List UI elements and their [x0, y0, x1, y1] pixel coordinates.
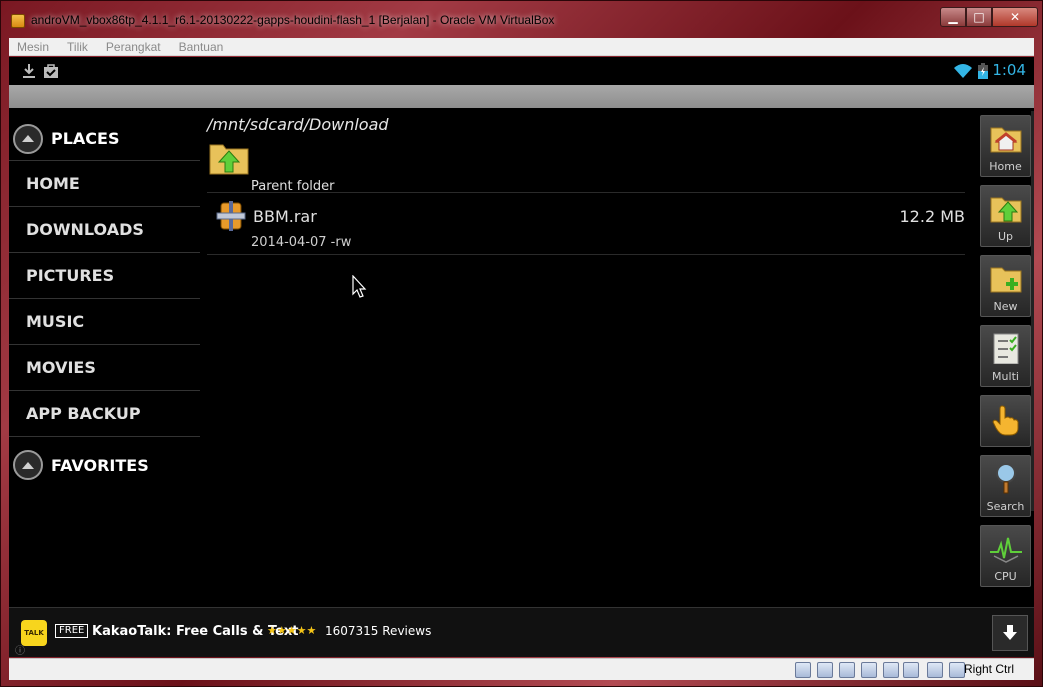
ad-rating-stars: ★★★★★	[267, 624, 317, 637]
maximize-button[interactable]: □	[966, 7, 992, 27]
virtualbox-status-bar: Right Ctrl	[9, 658, 1034, 680]
multi-select-icon	[993, 333, 1019, 364]
toolbar-home-label: Home	[989, 160, 1022, 173]
folder-new-icon	[990, 267, 1022, 293]
vm-display[interactable]: 1:04 PLACES HOME DOWNLOADS PICTURES MUSI…	[9, 57, 1034, 657]
toolbar-scrollbar[interactable]	[1031, 111, 1034, 511]
sidebar-item-music[interactable]: MUSIC	[9, 299, 200, 345]
menu-tilik[interactable]: Tilik	[67, 40, 88, 54]
minimize-button[interactable]: ▁	[940, 7, 966, 27]
places-sidebar: PLACES HOME DOWNLOADS PICTURES MUSIC MOV…	[9, 117, 200, 487]
places-header[interactable]: PLACES	[9, 117, 200, 161]
ad-banner[interactable]: TALK FREE KakaoTalk: Free Calls & Text ★…	[9, 607, 1034, 657]
network-icon[interactable]	[839, 662, 855, 678]
favorites-header[interactable]: FAVORITES	[9, 443, 200, 487]
cpu-graph-icon	[990, 537, 1022, 563]
file-size: 12.2 MB	[899, 207, 966, 226]
menu-bar: Mesin Tilik Perangkat Bantuan	[9, 38, 1034, 56]
file-name: BBM.rar	[253, 207, 317, 226]
ad-download-button[interactable]	[992, 615, 1028, 651]
shared-folders-icon[interactable]	[883, 662, 899, 678]
folder-up-icon	[209, 144, 249, 175]
chevron-up-icon	[22, 461, 34, 469]
toolbar-new-label: New	[993, 300, 1018, 313]
folder-home-icon	[990, 127, 1022, 153]
toolbar-new-button[interactable]: New	[980, 255, 1031, 317]
sidebar-item-downloads[interactable]: DOWNLOADS	[9, 207, 200, 253]
android-status-bar: 1:04	[9, 57, 1034, 85]
menu-mesin[interactable]: Mesin	[17, 40, 49, 54]
hard-disk-icon[interactable]	[795, 662, 811, 678]
hand-pointer-icon	[992, 405, 1019, 436]
optical-drive-icon[interactable]	[817, 662, 833, 678]
virtualbox-app-icon	[11, 14, 25, 28]
sidebar-item-movies[interactable]: MOVIES	[9, 345, 200, 391]
keyboard-capture-icon[interactable]	[949, 662, 965, 678]
usb-icon[interactable]	[861, 662, 877, 678]
mouse-cursor-icon	[352, 275, 367, 298]
toolbar-multi-label: Multi	[992, 370, 1019, 383]
ad-reviews: 1607315 Reviews	[325, 624, 432, 638]
clock: 1:04	[992, 61, 1026, 79]
toolbar-home-button[interactable]: Home	[980, 115, 1031, 177]
title-bar[interactable]: androVM_vbox86tp_4.1.1_r6.1-20130222-gap…	[1, 1, 1043, 37]
sidebar-item-pictures[interactable]: PICTURES	[9, 253, 200, 299]
toolbar-cpu-label: CPU	[994, 570, 1017, 583]
file-meta: 2014-04-07 -rw	[251, 235, 352, 250]
current-path: /mnt/sdcard/Download	[207, 115, 389, 134]
toolbar-up-button[interactable]: Up	[980, 185, 1031, 247]
window-title: androVM_vbox86tp_4.1.1_r6.1-20130222-gap…	[31, 13, 555, 27]
collapse-favorites-button[interactable]	[13, 450, 43, 480]
toolbar-hand-button[interactable]	[980, 395, 1031, 447]
ad-free-badge: FREE	[55, 624, 89, 638]
bag-check-notification-icon	[44, 64, 58, 78]
file-browser: /mnt/sdcard/Download Parent folder BBM.r…	[207, 111, 965, 255]
window-controls: ▁ □ ✕	[940, 7, 1038, 27]
app-action-bar	[9, 85, 1034, 108]
display-icon[interactable]	[903, 662, 919, 678]
parent-folder-label: Parent folder	[251, 179, 335, 194]
download-arrow-icon	[1003, 625, 1017, 640]
toolbar-search-button[interactable]: Search	[980, 455, 1031, 517]
favorites-label: FAVORITES	[51, 455, 149, 475]
ad-info-icon[interactable]: ⓘ	[15, 642, 25, 657]
collapse-places-button[interactable]	[13, 123, 43, 154]
download-notification-icon	[23, 64, 35, 78]
toolbar-multi-button[interactable]: Multi	[980, 325, 1031, 387]
chevron-up-icon	[22, 135, 34, 142]
toolbar-search-label: Search	[986, 500, 1025, 513]
mouse-integration-icon[interactable]	[927, 662, 943, 678]
menu-perangkat[interactable]: Perangkat	[106, 40, 161, 54]
wifi-icon	[954, 64, 972, 78]
toolbar-cpu-button[interactable]: CPU	[980, 525, 1031, 587]
parent-folder-row[interactable]: Parent folder	[207, 135, 965, 194]
menu-bantuan[interactable]: Bantuan	[179, 40, 224, 54]
rar-archive-icon	[216, 201, 246, 231]
folder-up-icon	[990, 197, 1022, 223]
quick-toolbar: Home Up New Multi Search CPU	[980, 115, 1031, 595]
magnifier-icon	[996, 463, 1016, 494]
close-button[interactable]: ✕	[992, 7, 1038, 27]
places-label: PLACES	[51, 129, 120, 148]
sidebar-item-app-backup[interactable]: APP BACKUP	[9, 391, 200, 437]
sidebar-item-home[interactable]: HOME	[9, 161, 200, 207]
toolbar-up-label: Up	[997, 230, 1014, 243]
host-key-label: Right Ctrl	[963, 662, 1014, 676]
battery-charging-icon	[978, 63, 988, 79]
virtualbox-window: androVM_vbox86tp_4.1.1_r6.1-20130222-gap…	[0, 0, 1043, 687]
file-row[interactable]: BBM.rar 2014-04-07 -rw 12.2 MB	[207, 193, 965, 255]
